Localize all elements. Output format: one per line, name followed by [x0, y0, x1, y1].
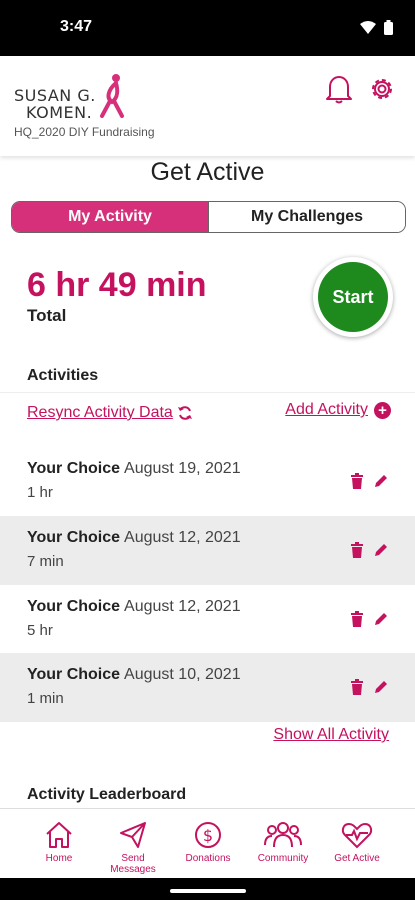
total-time: 6 hr 49 min: [27, 266, 207, 304]
nav-get-active[interactable]: Get Active: [322, 821, 392, 864]
people-icon[interactable]: [264, 821, 302, 849]
divider: [0, 392, 415, 393]
activity-row: Your Choice August 10, 2021 1 min: [0, 653, 415, 722]
home-indicator[interactable]: [170, 889, 246, 893]
resync-label[interactable]: Resync Activity Data: [27, 404, 173, 422]
app-header: SUSAN G. KOMEN. HQ_2020 DIY Fundraising: [0, 56, 415, 156]
activity-name: Your Choice: [27, 598, 121, 615]
activity-date: August 12, 2021: [124, 529, 241, 546]
activity-duration: 1 hr: [27, 484, 53, 501]
start-button[interactable]: Start: [318, 262, 388, 332]
wifi-icon: [360, 20, 376, 34]
activity-tabs: My Activity My Challenges: [11, 201, 406, 233]
home-icon[interactable]: [44, 821, 74, 849]
nav-label[interactable]: Donations: [173, 853, 243, 864]
battery-icon: [384, 20, 393, 35]
status-bar: 3:47: [0, 0, 415, 56]
trash-icon[interactable]: [349, 542, 365, 558]
activity-row: Your Choice August 12, 2021 7 min: [0, 516, 415, 585]
activity-name: Your Choice: [27, 460, 121, 477]
total-label: Total: [27, 306, 67, 325]
nav-donations[interactable]: $ Donations: [173, 821, 243, 864]
svg-text:$: $: [203, 826, 213, 845]
gear-icon[interactable]: [368, 75, 396, 103]
ribbon-icon: [100, 74, 124, 118]
nav-label[interactable]: Home: [24, 853, 94, 864]
nav-label[interactable]: Get Active: [322, 853, 392, 864]
activity-name: Your Choice: [27, 666, 121, 683]
show-all-activity-link[interactable]: Show All Activity: [273, 726, 389, 744]
bell-icon[interactable]: [325, 74, 353, 104]
activity-date: August 12, 2021: [124, 598, 241, 615]
pencil-icon[interactable]: [373, 679, 389, 695]
pencil-icon[interactable]: [373, 473, 389, 489]
gesture-bar: [0, 878, 415, 900]
resync-link[interactable]: Resync Activity Data: [27, 404, 193, 422]
nav-home[interactable]: Home: [24, 821, 94, 864]
refresh-icon[interactable]: [177, 405, 193, 421]
tab-my-challenges[interactable]: My Challenges: [208, 202, 405, 232]
tab-my-activity[interactable]: My Activity: [12, 202, 208, 232]
activity-duration: 7 min: [27, 553, 64, 570]
plus-circle-icon[interactable]: +: [374, 401, 391, 419]
status-time: 3:47: [60, 18, 93, 35]
paper-plane-icon[interactable]: [118, 821, 148, 849]
activities-heading: Activities: [27, 367, 99, 384]
nav-label[interactable]: Community: [248, 853, 318, 864]
nav-label[interactable]: Send Messages: [98, 853, 168, 875]
page-title: Get Active: [150, 158, 265, 186]
activity-date: August 10, 2021: [124, 666, 241, 683]
trash-icon[interactable]: [349, 473, 365, 489]
trash-icon[interactable]: [349, 611, 365, 627]
komen-logo: SUSAN G. KOMEN.: [14, 72, 134, 122]
activity-row: Your Choice August 19, 2021 1 hr: [0, 447, 415, 516]
leaderboard-heading: Activity Leaderboard: [27, 786, 187, 803]
campaign-name: HQ_2020 DIY Fundraising: [14, 125, 155, 139]
add-activity-label[interactable]: Add Activity: [285, 401, 368, 419]
activity-duration: 5 hr: [27, 622, 53, 639]
logo-line2: KOMEN.: [26, 103, 93, 122]
pencil-icon[interactable]: [373, 542, 389, 558]
activity-name: Your Choice: [27, 529, 121, 546]
activity-duration: 1 min: [27, 690, 64, 707]
activity-row: Your Choice August 12, 2021 5 hr: [0, 585, 415, 654]
heartbeat-icon[interactable]: [341, 821, 373, 849]
nav-send-messages[interactable]: Send Messages: [98, 821, 168, 875]
pencil-icon[interactable]: [373, 611, 389, 627]
dollar-circle-icon[interactable]: $: [193, 821, 223, 849]
add-activity-link[interactable]: Add Activity +: [285, 401, 391, 419]
activity-date: August 19, 2021: [124, 460, 241, 477]
bottom-nav: Home Send Messages $ Donations Community…: [0, 808, 415, 878]
nav-community[interactable]: Community: [248, 821, 318, 864]
trash-icon[interactable]: [349, 679, 365, 695]
